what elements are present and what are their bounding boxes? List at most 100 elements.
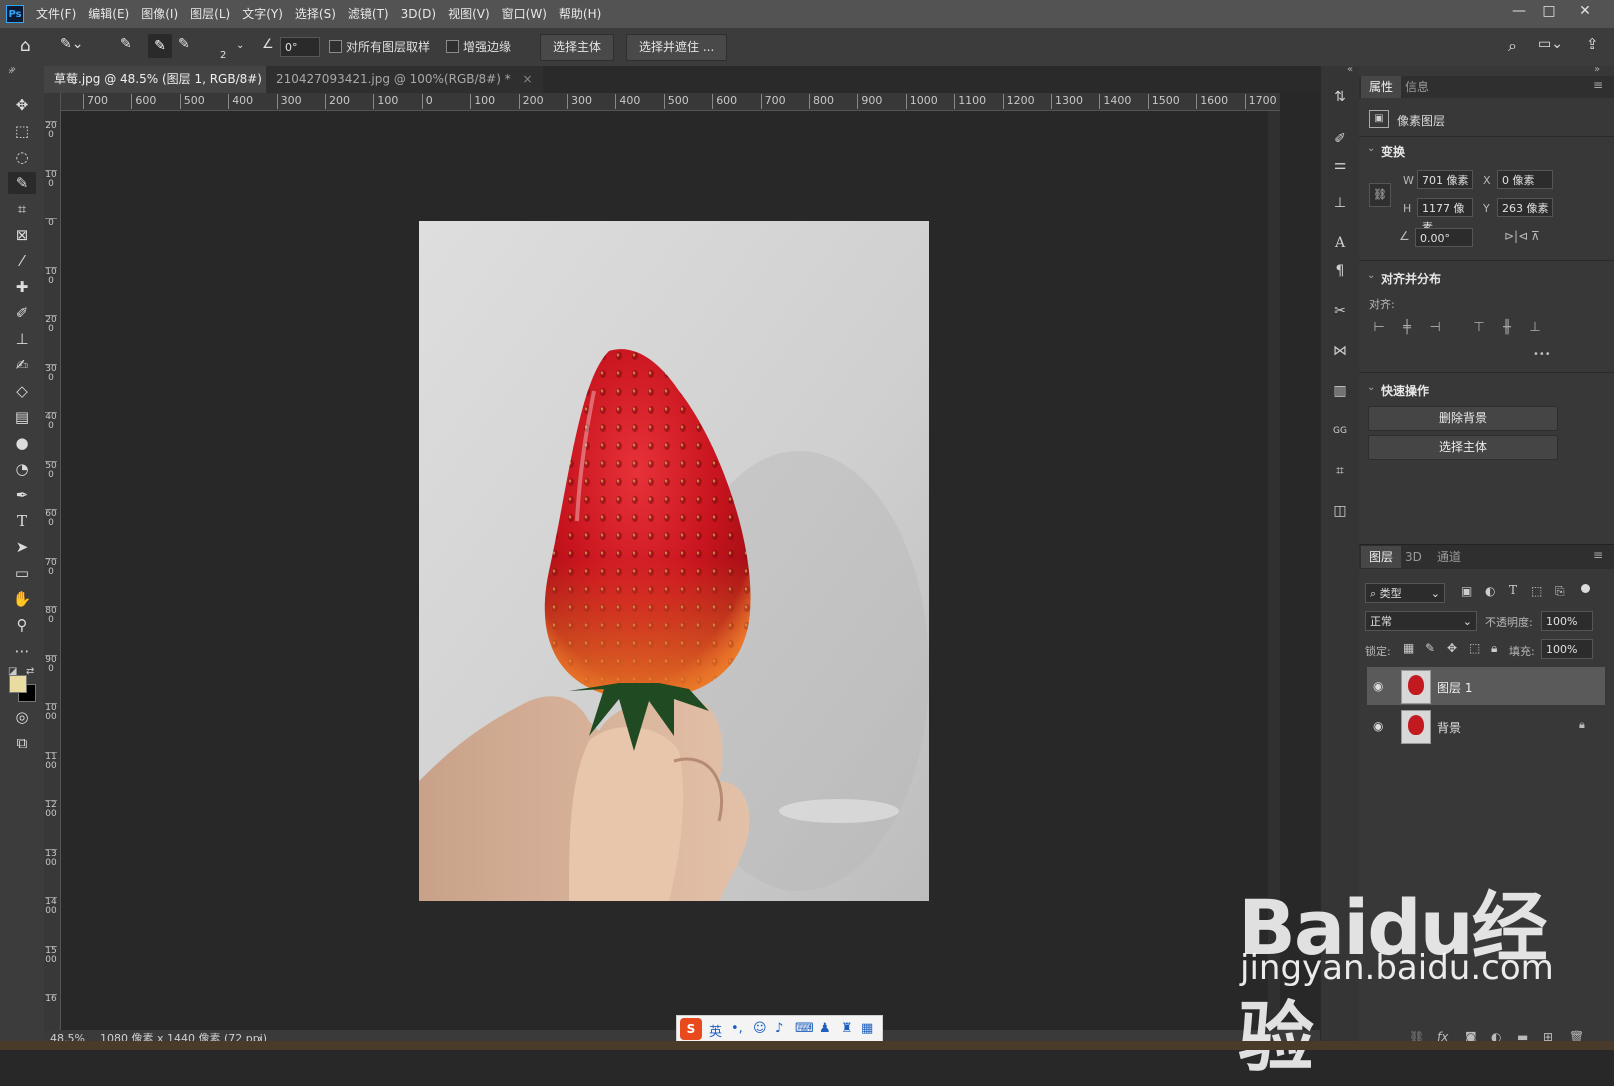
menu-image[interactable]: 图像(I) bbox=[135, 0, 184, 28]
align-left-icon[interactable]: ⊢ bbox=[1371, 321, 1387, 335]
x-input[interactable]: 0 像素 bbox=[1497, 170, 1553, 189]
tab-channels[interactable]: 通道 bbox=[1429, 546, 1469, 568]
close-button[interactable]: ✕ bbox=[1566, 0, 1604, 24]
filter-smart-object-icon[interactable]: ⎘ bbox=[1555, 584, 1565, 599]
filter-pixel-icon[interactable]: ▣ bbox=[1461, 584, 1472, 598]
select-and-mask-button[interactable]: 选择并遮住 ... bbox=[626, 34, 728, 61]
sample-all-layers-checkbox[interactable] bbox=[329, 40, 342, 53]
hand-tool-icon[interactable]: ✋ bbox=[8, 588, 36, 610]
filter-type-icon[interactable]: T bbox=[1509, 583, 1517, 597]
pen-tool-icon[interactable]: ✒ bbox=[8, 484, 36, 506]
visibility-eye-icon[interactable]: ◉ bbox=[1373, 719, 1383, 733]
home-icon[interactable]: ⌂ bbox=[20, 36, 44, 58]
eyedropper-tool-icon[interactable]: ⁄ bbox=[8, 250, 36, 272]
y-input[interactable]: 263 像素 bbox=[1497, 198, 1553, 217]
panel-menu-icon[interactable]: ≡ bbox=[1593, 548, 1603, 562]
menu-file[interactable]: 文件(F) bbox=[30, 0, 82, 28]
microphone-icon[interactable]: ♪ bbox=[775, 1021, 783, 1036]
rotate-angle-input[interactable]: 0.00° bbox=[1415, 228, 1473, 247]
more-options-icon[interactable]: ••• bbox=[1533, 349, 1551, 360]
crop-tool-icon[interactable]: ⌗ bbox=[8, 198, 36, 220]
new-selection-brush-icon[interactable]: ✎ bbox=[120, 36, 142, 58]
sogou-logo-icon[interactable]: S bbox=[680, 1018, 702, 1040]
align-center-h-icon[interactable]: ╪ bbox=[1399, 321, 1415, 335]
menu-layer[interactable]: 图层(L) bbox=[184, 0, 236, 28]
toolbox-icon[interactable]: ▦ bbox=[861, 1021, 873, 1036]
layer-row-background[interactable]: ◉ 背景 🔒︎ bbox=[1367, 707, 1605, 745]
quick-select-preset-icon[interactable]: ✎⌄ bbox=[60, 36, 100, 58]
menu-3d[interactable]: 3D(D) bbox=[395, 0, 442, 28]
filter-toggle-icon[interactable] bbox=[1581, 584, 1590, 593]
foreground-color-swatch[interactable] bbox=[9, 675, 27, 693]
subtract-selection-brush-icon[interactable]: ✎ bbox=[178, 36, 200, 58]
canvas-area[interactable] bbox=[61, 111, 1280, 1030]
layer-row-layer1[interactable]: ◉ 图层 1 bbox=[1367, 667, 1605, 705]
align-middle-v-icon[interactable]: ╫ bbox=[1499, 321, 1515, 335]
width-input[interactable]: 701 像素 bbox=[1417, 170, 1473, 189]
share-icon[interactable]: ⇪ bbox=[1586, 35, 1599, 53]
align-top-icon[interactable]: ⊤ bbox=[1471, 321, 1487, 335]
tab-properties[interactable]: 属性 bbox=[1361, 76, 1402, 98]
chevron-down-icon[interactable]: ⌄ bbox=[1367, 382, 1375, 393]
tab-info[interactable]: 信息 bbox=[1397, 76, 1437, 98]
collapse-dock-icon[interactable]: « bbox=[1347, 64, 1353, 75]
gradient-tool-icon[interactable]: ▤ bbox=[8, 406, 36, 428]
blend-mode-select[interactable]: 正常 ⌄ bbox=[1365, 611, 1477, 631]
menu-help[interactable]: 帮助(H) bbox=[553, 0, 607, 28]
lock-all-icon[interactable]: 🔒︎ bbox=[1491, 641, 1497, 656]
clone-source-icon[interactable]: ⊥ bbox=[1329, 192, 1351, 214]
zoom-tool-icon[interactable]: ⚲ bbox=[8, 614, 36, 636]
align-bottom-icon[interactable]: ⊥ bbox=[1527, 321, 1543, 335]
lock-image-icon[interactable]: ✎ bbox=[1425, 641, 1435, 655]
path-selection-tool-icon[interactable]: ➤ bbox=[8, 536, 36, 558]
collapse-panels-icon[interactable]: » bbox=[1594, 64, 1600, 75]
type-tool-icon[interactable]: T bbox=[8, 510, 36, 532]
brush-tool-icon[interactable]: ✐ bbox=[8, 302, 36, 324]
histogram-icon[interactable]: ▥ bbox=[1329, 380, 1351, 402]
rectangle-tool-icon[interactable]: ▭ bbox=[8, 562, 36, 584]
enhance-edge-checkbox[interactable] bbox=[446, 40, 459, 53]
clone-stamp-tool-icon[interactable]: ⊥ bbox=[8, 328, 36, 350]
angle-input[interactable]: 0° bbox=[280, 37, 320, 57]
history-brush-tool-icon[interactable]: ✍ bbox=[8, 354, 36, 376]
tab-close-icon[interactable]: × bbox=[523, 72, 533, 86]
chevron-down-icon[interactable]: ⌄ bbox=[1367, 270, 1375, 281]
opacity-input[interactable]: 100% bbox=[1541, 611, 1593, 631]
screen-mode-icon[interactable]: ⧉ bbox=[8, 732, 36, 754]
quick-selection-tool-icon[interactable]: ✎ bbox=[8, 172, 36, 194]
skin-icon[interactable]: ♜ bbox=[841, 1021, 853, 1036]
flip-vertical-icon[interactable]: ⊼ bbox=[1531, 229, 1540, 243]
tool-presets-icon[interactable]: ✂ bbox=[1329, 300, 1351, 322]
filter-adjustment-icon[interactable]: ◐ bbox=[1485, 584, 1495, 598]
eraser-tool-icon[interactable]: ◇ bbox=[8, 380, 36, 402]
workspace-icon[interactable]: ▭⌄ bbox=[1538, 36, 1563, 52]
select-subject-button[interactable]: 选择主体 bbox=[540, 34, 615, 61]
tab-strawberry[interactable]: 草莓.jpg @ 48.5% (图层 1, RGB/8#) * × bbox=[44, 66, 304, 93]
brush-size-picker[interactable]: 2 ⌄ bbox=[216, 36, 250, 62]
menu-view[interactable]: 视图(V) bbox=[442, 0, 496, 28]
lock-artboard-icon[interactable]: ⬚ bbox=[1469, 641, 1480, 655]
swap-colors-icon[interactable]: ⇄ bbox=[26, 666, 34, 677]
link-icon[interactable]: ⛓ bbox=[1369, 183, 1391, 207]
menu-edit[interactable]: 编辑(E) bbox=[82, 0, 135, 28]
frame-tool-icon[interactable]: ⊠ bbox=[8, 224, 36, 246]
add-selection-brush-icon[interactable]: ✎ bbox=[148, 34, 172, 58]
menu-filter[interactable]: 滤镜(T) bbox=[342, 0, 395, 28]
layer-comps-icon[interactable]: ◫ bbox=[1329, 500, 1351, 522]
select-subject-quick-button[interactable]: 选择主体 bbox=[1368, 435, 1558, 460]
align-right-icon[interactable]: ⊣ bbox=[1427, 321, 1443, 335]
adjustments-icon[interactable]: ⚌ bbox=[1329, 154, 1351, 176]
character-panel-icon[interactable]: A bbox=[1329, 232, 1351, 254]
history-panel-icon[interactable]: ⇅ bbox=[1329, 86, 1351, 108]
user-icon[interactable]: ♟ bbox=[819, 1021, 831, 1036]
lock-position-icon[interactable]: ✥ bbox=[1447, 641, 1457, 655]
dodge-tool-icon[interactable]: ◔ bbox=[8, 458, 36, 480]
paths-panel-icon[interactable]: ⋈ bbox=[1329, 340, 1351, 362]
menu-window[interactable]: 窗口(W) bbox=[496, 0, 553, 28]
lasso-tool-icon[interactable]: ◌ bbox=[8, 146, 36, 168]
ime-toolbar[interactable]: S 英 •, ☺ ♪ ⌨ ♟ ♜ ▦ bbox=[676, 1015, 883, 1043]
crop-panel-icon[interactable]: ⌗ bbox=[1329, 460, 1351, 482]
remove-background-button[interactable]: 删除背景 bbox=[1368, 406, 1558, 431]
ime-language[interactable]: 英 bbox=[709, 1021, 722, 1040]
move-tool-icon[interactable]: ✥ bbox=[8, 94, 36, 116]
